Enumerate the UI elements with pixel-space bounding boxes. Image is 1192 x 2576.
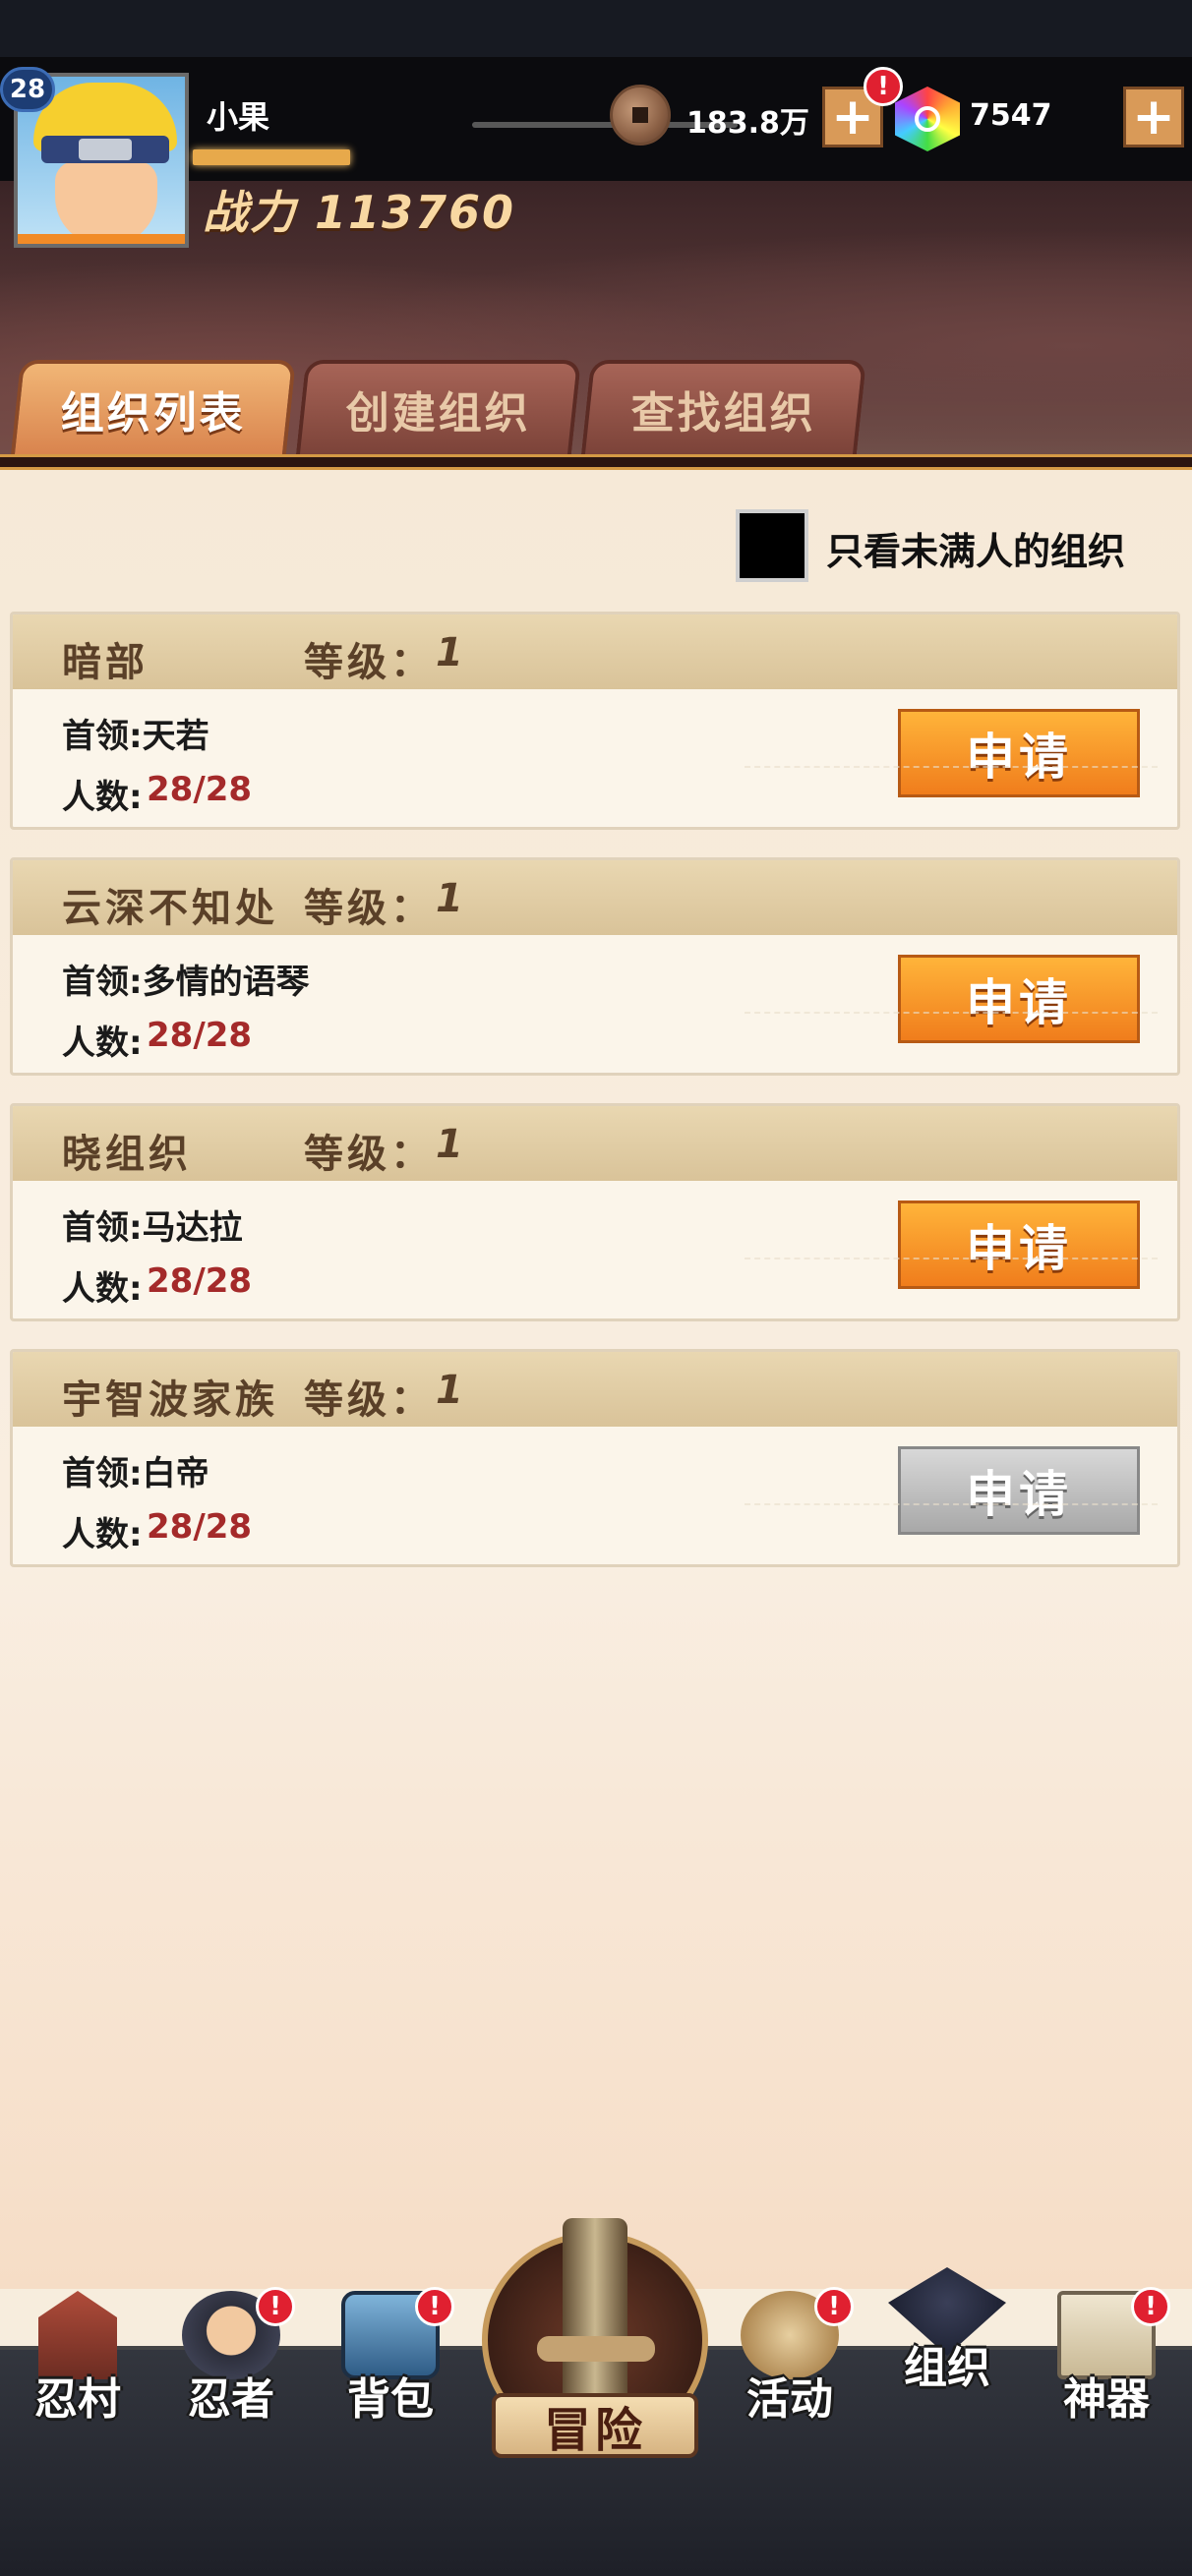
nav-activity-label: 活动: [746, 2374, 833, 2425]
scroll-icon: [563, 2218, 627, 2415]
organization-level: 1: [436, 876, 463, 921]
tab-search-organization[interactable]: 查找组织: [580, 360, 867, 454]
organization-leader: 首领:多情的语琴: [62, 963, 310, 1002]
nav-adventure[interactable]: 冒险: [482, 2218, 708, 2464]
card-decoration: [745, 1503, 1158, 1564]
organization-name: 晓组织: [62, 1132, 192, 1177]
filter-not-full-checkbox[interactable]: [736, 509, 808, 582]
gem-amount: 7547: [970, 98, 1052, 133]
nav-activity[interactable]: ! 活动: [716, 2271, 864, 2438]
avatar-coat: [18, 234, 185, 244]
card-decoration: [745, 766, 1158, 827]
add-gems-button[interactable]: +: [1123, 87, 1184, 147]
player-name: 小果: [207, 98, 270, 136]
tab-search-organization-label: 查找组织: [630, 388, 816, 439]
organization-level: 1: [436, 1368, 463, 1413]
organization-members-label: 人数:: [62, 778, 143, 817]
organization-level-label: 等级：: [304, 886, 434, 931]
coins-alert-badge: !: [864, 67, 903, 106]
tab-divider: [0, 454, 1192, 470]
organization-leader: 首领:马达拉: [62, 1208, 243, 1248]
exp-bar: [193, 149, 350, 165]
organization-level: 1: [436, 1122, 463, 1167]
organization-leader: 首领:白帝: [62, 1454, 209, 1493]
organization-members: 28/28: [147, 770, 253, 809]
organization-members-label: 人数:: [62, 1269, 143, 1309]
nav-artifact[interactable]: ! 神器: [1033, 2271, 1180, 2438]
organization-members: 28/28: [147, 1507, 253, 1547]
organization-members: 28/28: [147, 1016, 253, 1055]
avatar-headband-plate: [79, 139, 132, 160]
organization-level: 1: [436, 630, 463, 675]
organization-level-label: 等级：: [304, 1132, 434, 1177]
nav-bag[interactable]: ! 背包: [317, 2271, 464, 2438]
tab-create-organization-label: 创建组织: [345, 388, 531, 439]
tab-organization-list[interactable]: 组织列表: [10, 360, 297, 454]
organization-name: 暗部: [62, 640, 149, 685]
nav-organization-label: 组织: [904, 2343, 990, 2393]
organization-name: 云深不知处: [62, 886, 278, 931]
player-level-badge: 28: [0, 67, 55, 112]
artifact-alert-badge: !: [1131, 2287, 1170, 2326]
organization-members: 28/28: [147, 1261, 253, 1301]
nav-adventure-label: 冒险: [492, 2393, 698, 2458]
coin-icon: [610, 85, 671, 146]
card-decoration: [745, 1258, 1158, 1318]
nav-village-label: 忍村: [34, 2374, 121, 2425]
status-bar: [0, 0, 1192, 57]
nav-ninja-label: 忍者: [188, 2374, 274, 2425]
bag-alert-badge: !: [415, 2287, 454, 2326]
coin-amount: 183.8万: [686, 106, 809, 141]
organization-card-header: [13, 615, 1177, 689]
organization-card: 晓组织 等级： 1 首领:马达拉 人数: 28/28 申请: [10, 1103, 1180, 1321]
ninja-alert-badge: !: [256, 2287, 295, 2326]
nav-village[interactable]: 忍村: [4, 2271, 151, 2438]
organization-card: 宇智波家族 等级： 1 首领:白帝 人数: 28/28 申请: [10, 1349, 1180, 1567]
tab-create-organization[interactable]: 创建组织: [295, 360, 582, 454]
activity-alert-badge: !: [814, 2287, 854, 2326]
filter-not-full-label: 只看未满人的组织: [826, 530, 1126, 573]
organization-level-label: 等级：: [304, 640, 434, 685]
card-decoration: [745, 1012, 1158, 1073]
tab-organization-list-label: 组织列表: [60, 388, 246, 439]
organization-card: 暗部 等级： 1 首领:天若 人数: 28/28 申请: [10, 612, 1180, 830]
organization-level-label: 等级：: [304, 1377, 434, 1423]
organization-members-label: 人数:: [62, 1515, 143, 1554]
scroll-rope-icon: [537, 2336, 655, 2362]
combat-power: 战力 113760: [203, 186, 516, 239]
nav-ninja[interactable]: ! 忍者: [157, 2271, 305, 2438]
organization-card: 云深不知处 等级： 1 首领:多情的语琴 人数: 28/28 申请: [10, 857, 1180, 1076]
nav-organization[interactable]: 组织: [873, 2248, 1021, 2415]
nav-bag-label: 背包: [347, 2374, 434, 2425]
organization-name: 宇智波家族: [62, 1377, 278, 1423]
organization-leader: 首领:天若: [62, 717, 209, 756]
nav-artifact-label: 神器: [1063, 2374, 1150, 2425]
organization-members-label: 人数:: [62, 1024, 143, 1063]
